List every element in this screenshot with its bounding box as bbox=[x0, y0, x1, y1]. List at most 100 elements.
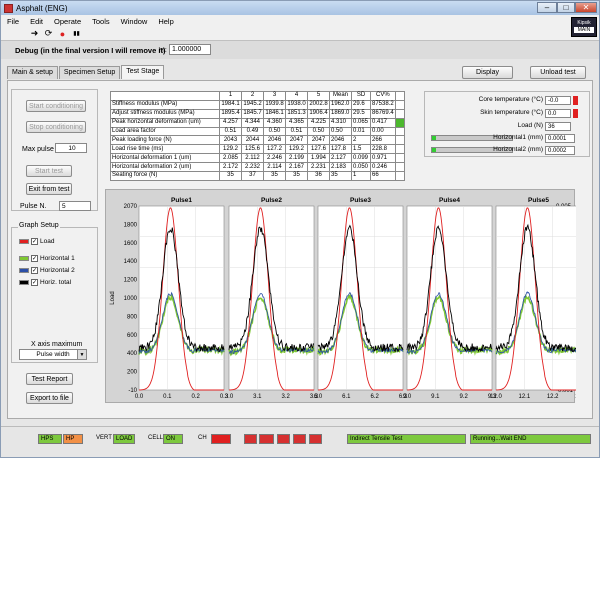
table-cell: 1 bbox=[351, 171, 371, 181]
chevron-down-icon[interactable]: ▼ bbox=[77, 350, 86, 359]
menu-window[interactable]: Window bbox=[121, 17, 148, 26]
horizontal1-swatch bbox=[19, 256, 29, 261]
skin-temp-row: Skin temperature (°C) 0.0 bbox=[425, 109, 591, 119]
legend-horizontal1[interactable]: ✓ Horizontal 1 bbox=[19, 255, 75, 262]
table-header-cell bbox=[394, 91, 405, 101]
table-header-cell: SD bbox=[351, 91, 371, 101]
table-cell: 35 bbox=[263, 171, 286, 181]
table-cell: 35 bbox=[285, 171, 308, 181]
m-label: m: bbox=[159, 46, 167, 54]
table-cell: 2.167 bbox=[285, 162, 308, 173]
x-tick-label: 12.2 bbox=[547, 394, 559, 400]
pause-icon[interactable]: ▮▮ bbox=[71, 28, 82, 39]
menu-edit[interactable]: Edit bbox=[30, 17, 43, 26]
table-cell: 228.8 bbox=[370, 144, 396, 155]
run-arrow-icon[interactable]: ➜ bbox=[29, 28, 40, 39]
table-cell: 2 bbox=[351, 135, 371, 146]
table-cell: 2.127 bbox=[329, 153, 352, 164]
window-title: Asphalt (ENG) bbox=[16, 3, 68, 13]
tab-main-setup[interactable]: Main & setup bbox=[7, 66, 58, 79]
unload-test-button[interactable]: Unload test bbox=[530, 66, 586, 79]
table-cell: 0.50 bbox=[307, 126, 330, 137]
y-tick-label: 200 bbox=[127, 370, 138, 376]
table-row-label: Stiffness modulus (MPa) bbox=[110, 99, 220, 110]
table-cell: 29.6 bbox=[351, 99, 371, 110]
table-row-label: Load area factor bbox=[110, 126, 220, 137]
results-table: 1 2 3 4 5 Mean SD CV% Stiffness modulus (MPa) 198… bbox=[110, 91, 405, 181]
legend-horiz-total[interactable]: ✓ Horiz. total bbox=[19, 279, 71, 286]
horizontal1-value: 0.0001 bbox=[545, 134, 575, 143]
load-checkbox[interactable]: ✓ bbox=[31, 238, 38, 245]
table-cell: 2.246 bbox=[263, 153, 286, 164]
test-type-message: Indirect Tensile Test bbox=[347, 434, 466, 444]
row-status-flag bbox=[394, 99, 405, 110]
start-conditioning-button[interactable]: Start conditioning bbox=[26, 100, 86, 112]
abort-icon[interactable]: ● bbox=[57, 28, 68, 39]
legend-horizontal2[interactable]: ✓ Horizontal 2 bbox=[19, 267, 75, 274]
x-tick-label: 9.1 bbox=[431, 394, 440, 400]
table-cell: 0.51 bbox=[219, 126, 242, 137]
horiz-total-checkbox[interactable]: ✓ bbox=[31, 279, 38, 286]
x-tick-label: 0.1 bbox=[163, 394, 172, 400]
y-tick-label: 2070 bbox=[124, 204, 138, 210]
x-tick-label: 3.1 bbox=[253, 394, 262, 400]
x-axis-dropdown[interactable]: Pulse width ▼ bbox=[19, 349, 87, 360]
test-report-button[interactable]: Test Report bbox=[26, 373, 73, 385]
horizontal2-label: Horizontal2 (mm) bbox=[493, 146, 543, 153]
row-status-flag bbox=[394, 153, 405, 164]
x-tick-label: 12.0 bbox=[490, 394, 502, 400]
menu-tools[interactable]: Tools bbox=[92, 17, 110, 26]
display-button[interactable]: Display bbox=[462, 66, 513, 79]
maximize-button[interactable]: □ bbox=[557, 2, 575, 13]
horizontal1-checkbox[interactable]: ✓ bbox=[31, 255, 38, 262]
x-tick-label: 0.2 bbox=[191, 394, 200, 400]
tab-test-stage[interactable]: Test Stage bbox=[121, 65, 165, 79]
table-cell: 2047 bbox=[285, 135, 308, 146]
status-bar bbox=[1, 426, 599, 427]
y-axis-label: Load bbox=[110, 291, 116, 304]
table-cell: 66 bbox=[370, 171, 396, 181]
menu-operate[interactable]: Operate bbox=[54, 17, 81, 26]
max-pulse-input[interactable]: 10 bbox=[55, 143, 87, 153]
table-header-cell: 1 bbox=[219, 91, 242, 101]
table-cell: 4.310 bbox=[329, 117, 352, 128]
logo-line2: MAIN bbox=[574, 27, 594, 33]
horizontal2-checkbox[interactable]: ✓ bbox=[31, 267, 38, 274]
legend-load[interactable]: ✓ Load bbox=[19, 238, 54, 245]
table-cell: 1.994 bbox=[307, 153, 330, 164]
cell-label: CELL bbox=[148, 435, 164, 441]
run-continuous-icon[interactable]: ⟳ bbox=[43, 28, 54, 39]
table-row: Peak loading force (N) 2043 2044 2046 2047 20… bbox=[110, 135, 405, 146]
table-cell: 127.6 bbox=[307, 144, 330, 155]
table-cell: 1845.7 bbox=[241, 108, 264, 119]
table-cell: 127.8 bbox=[329, 144, 352, 155]
exit-from-test-button[interactable]: Exit from test bbox=[26, 183, 72, 195]
core-temp-row: Core temperature (°C) -0.0 bbox=[425, 96, 591, 106]
x-axis-dropdown-value: Pulse width bbox=[36, 351, 70, 358]
stop-conditioning-button[interactable]: Stop conditioning bbox=[26, 121, 86, 133]
export-to-file-button[interactable]: Export to file bbox=[26, 392, 73, 404]
table-cell: 2044 bbox=[241, 135, 264, 146]
table-cell: 129.2 bbox=[285, 144, 308, 155]
table-cell: 1906.4 bbox=[307, 108, 330, 119]
start-test-button[interactable]: Start test bbox=[26, 165, 72, 177]
row-status-flag bbox=[394, 117, 405, 128]
tab-specimen-setup[interactable]: Specimen Setup bbox=[58, 66, 121, 79]
table-cell: 0.971 bbox=[370, 153, 396, 164]
table-cell: 0.00 bbox=[370, 126, 396, 137]
close-button[interactable]: ✕ bbox=[575, 2, 597, 13]
horizontal1-bar-fill bbox=[432, 136, 436, 140]
y-tick-label: 1400 bbox=[124, 259, 138, 265]
minimize-button[interactable]: – bbox=[537, 2, 557, 13]
m-value-field[interactable]: 1.000000 bbox=[169, 44, 211, 55]
x-tick-label: 6.2 bbox=[370, 394, 379, 400]
horizontal1-label: Horizontal1 (mm) bbox=[493, 134, 543, 141]
skin-temp-alarm-led bbox=[573, 109, 578, 118]
table-header-cell: 5 bbox=[307, 91, 330, 101]
table-cell: 1846.1 bbox=[263, 108, 286, 119]
table-cell: 2002.8 bbox=[307, 99, 330, 110]
table-cell: 0.01 bbox=[351, 126, 371, 137]
y-tick-label: 1000 bbox=[124, 296, 138, 302]
menu-file[interactable]: File bbox=[7, 17, 19, 26]
menu-help[interactable]: Help bbox=[158, 17, 173, 26]
